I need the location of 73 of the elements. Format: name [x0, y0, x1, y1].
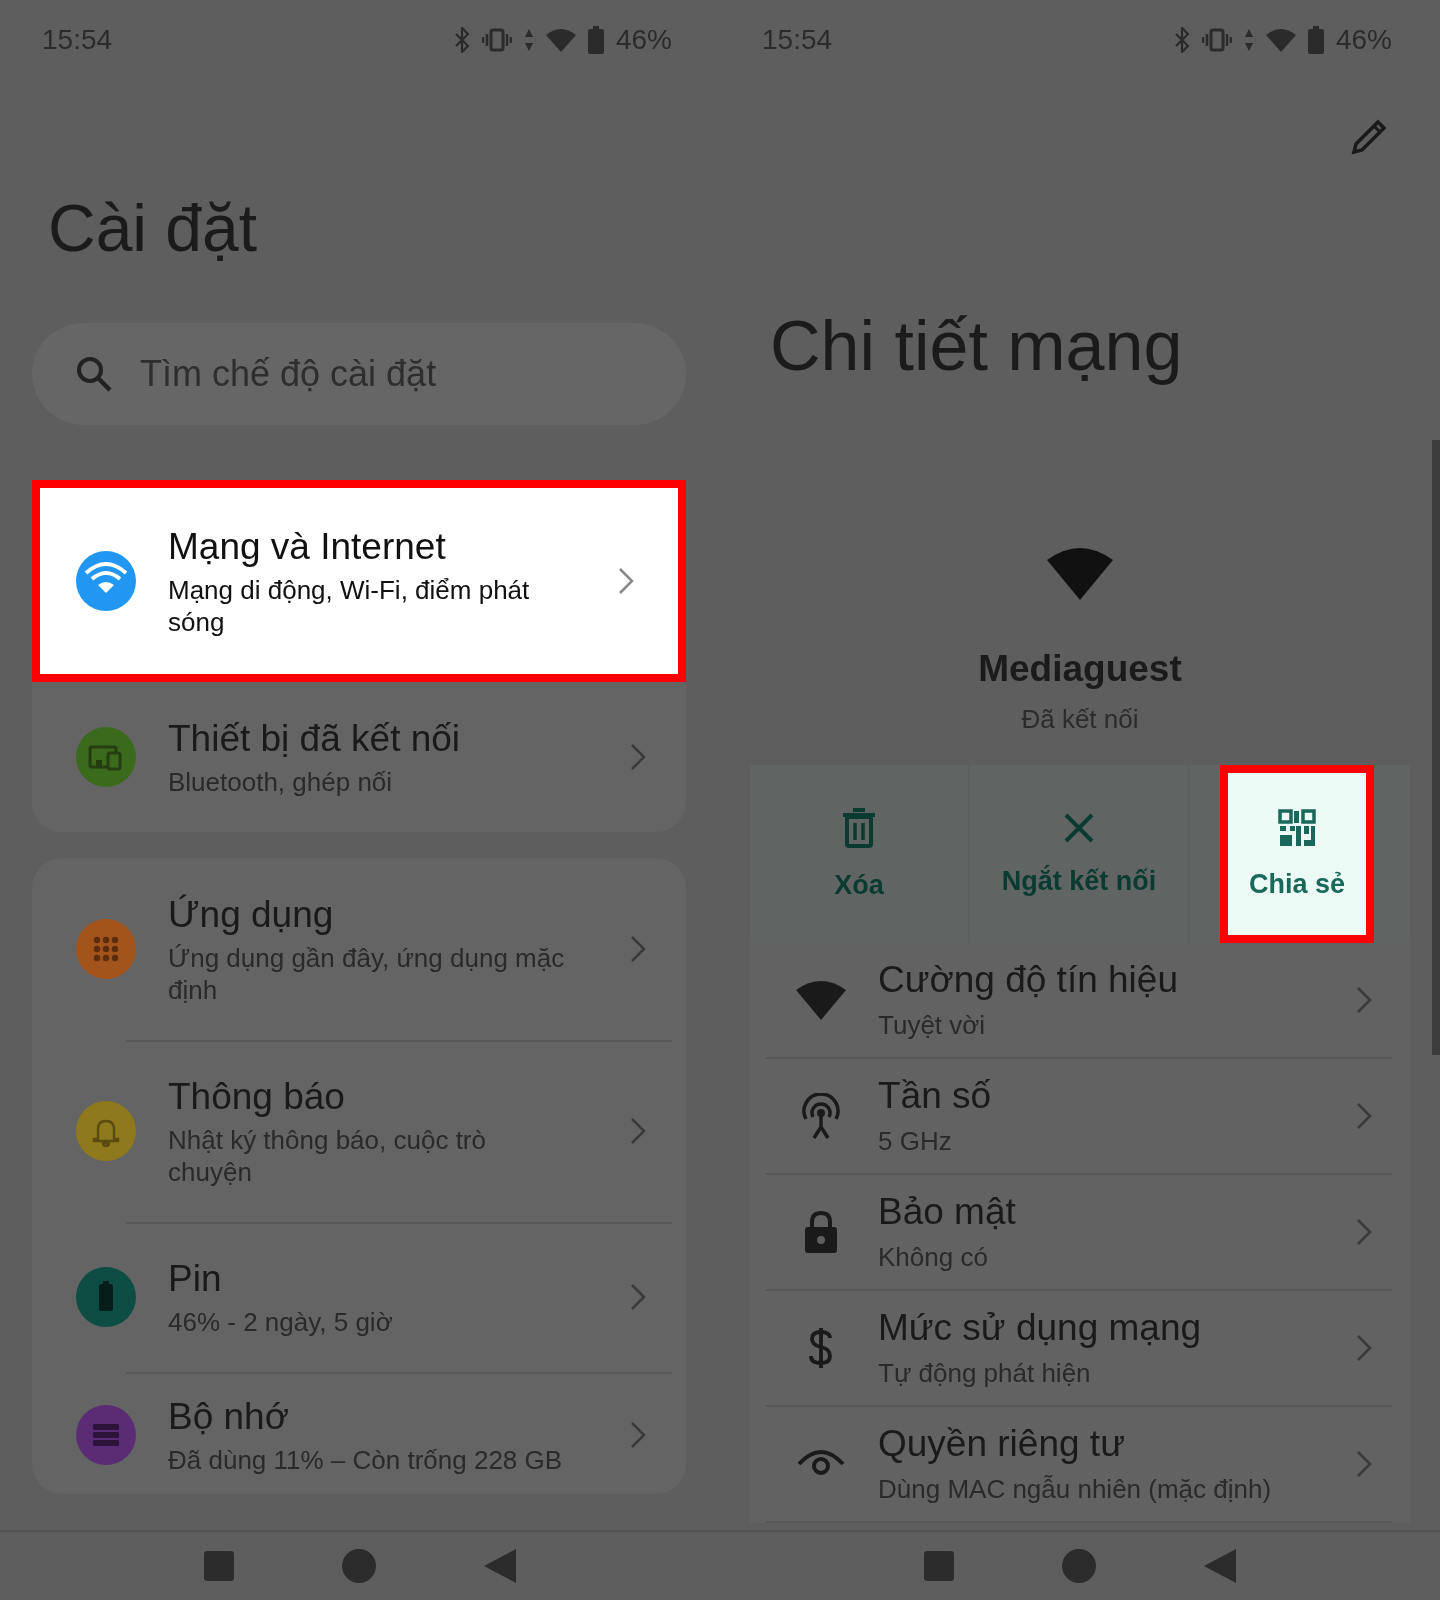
data-arrows-icon	[1243, 28, 1254, 52]
detail-row[interactable]: Quyền riêng tư Dùng MAC ngẫu nhiên (mặc định)	[766, 1407, 1392, 1523]
search-field[interactable]: Tìm chế độ cài đặt	[32, 323, 686, 425]
row-subtitle: Tuyệt vời	[878, 1009, 987, 1042]
chevron-icon	[1356, 1334, 1372, 1362]
row-subtitle: Tự động phát hiện	[878, 1357, 1092, 1390]
row-title: Quyền riêng tư	[878, 1422, 1126, 1466]
page-title: Cài đặt	[48, 190, 259, 267]
chevron-icon	[1356, 1102, 1372, 1130]
back-button[interactable]	[1204, 1549, 1236, 1583]
item-subtitle: 46% - 2 ngày, 5 giờ	[168, 1306, 394, 1338]
chevron-icon	[630, 743, 646, 771]
chevron-icon	[630, 1421, 646, 1449]
action-button[interactable]: Chia sẻ	[1220, 765, 1374, 943]
wifi-signal-icon	[796, 980, 846, 1020]
row-subtitle: 5 GHz	[878, 1125, 953, 1158]
item-title: Mạng và Internet	[168, 525, 447, 569]
data-arrows-icon	[523, 28, 534, 52]
item-title: Thông báo	[168, 1075, 346, 1119]
item-title: Pin	[168, 1257, 223, 1301]
detail-row[interactable]: Cường độ tín hiệu Tuyệt vời	[766, 943, 1392, 1059]
item-subtitle: Đã dùng 11% – Còn trống 228 GB	[168, 1444, 564, 1476]
detail-row[interactable]: Bảo mật Không có	[766, 1175, 1392, 1291]
settings-item[interactable]: Ứng dụng Ứng dụng gần đây, ứng dụng mặc định	[32, 858, 686, 1040]
lock-icon	[804, 1210, 838, 1254]
bluetooth-icon	[1173, 27, 1190, 53]
row-title: Tần số	[878, 1074, 993, 1118]
home-button[interactable]	[1062, 1549, 1096, 1583]
settings-item[interactable]: Bộ nhớ Đã dùng 11% – Còn trống 228 GB	[32, 1372, 686, 1494]
scrollbar[interactable]	[1432, 440, 1440, 1055]
item-title: Bộ nhớ	[168, 1395, 290, 1439]
item-title: Ứng dụng	[168, 893, 335, 937]
item-subtitle: Mạng di động, Wi-Fi, điểm phát sóng	[168, 574, 531, 638]
battery-icon	[1307, 26, 1324, 54]
qr-code-icon	[1278, 808, 1316, 847]
settings-item[interactable]: Mạng và Internet Mạng di động, Wi-Fi, điểm phát sóng	[32, 480, 686, 682]
settings-item[interactable]: Thiết bị đã kết nối Bluetooth, ghép nối	[32, 682, 686, 832]
chevron-icon	[630, 935, 646, 963]
chevron-icon	[1356, 1218, 1372, 1246]
chevron-icon	[630, 1117, 646, 1145]
row-subtitle: Dùng MAC ngẫu nhiên (mặc định)	[878, 1473, 1273, 1506]
vibrate-icon	[1201, 28, 1232, 52]
chevron-icon	[630, 1283, 646, 1311]
detail-row[interactable]: Mức sử dụng mạng Tự động phát hiện	[766, 1291, 1392, 1407]
search-placeholder: Tìm chế độ cài đặt	[140, 353, 437, 395]
row-subtitle: Không có	[878, 1241, 989, 1274]
detail-row[interactable]: Tần số 5 GHz	[766, 1059, 1392, 1175]
item-subtitle: Nhật ký thông báo, cuộc trò chuyện	[168, 1124, 487, 1188]
wifi-icon	[545, 28, 576, 52]
wifi-icon	[1265, 28, 1296, 52]
chevron-icon	[1356, 1450, 1372, 1478]
chevron-icon	[618, 567, 634, 595]
item-subtitle: Bluetooth, ghép nối	[168, 766, 394, 798]
row-title: Mức sử dụng mạng	[878, 1306, 1203, 1350]
settings-item[interactable]: Pin 46% - 2 ngày, 5 giờ	[32, 1222, 686, 1372]
page-title: Chi tiết mạng	[770, 306, 1184, 387]
vibrate-icon	[481, 28, 512, 52]
chevron-icon	[1356, 986, 1372, 1014]
close-icon	[1063, 811, 1095, 844]
item-title: Thiết bị đã kết nối	[168, 717, 462, 761]
search-icon	[76, 356, 112, 392]
settings-item[interactable]: Thông báo Nhật ký thông báo, cuộc trò chuyện	[32, 1040, 686, 1222]
row-title: Cường độ tín hiệu	[878, 958, 1179, 1002]
wifi-icon	[1047, 546, 1113, 600]
network-name: Mediaguest	[978, 648, 1182, 690]
home-button[interactable]	[342, 1549, 376, 1583]
back-button[interactable]	[484, 1549, 516, 1583]
dollar-icon	[808, 1326, 834, 1370]
item-subtitle: Ứng dụng gần đây, ứng dụng mặc định	[168, 942, 566, 1006]
bluetooth-icon	[453, 27, 470, 53]
battery-icon	[587, 26, 604, 54]
row-title: Bảo mật	[878, 1190, 1017, 1234]
trash-icon	[842, 807, 876, 848]
